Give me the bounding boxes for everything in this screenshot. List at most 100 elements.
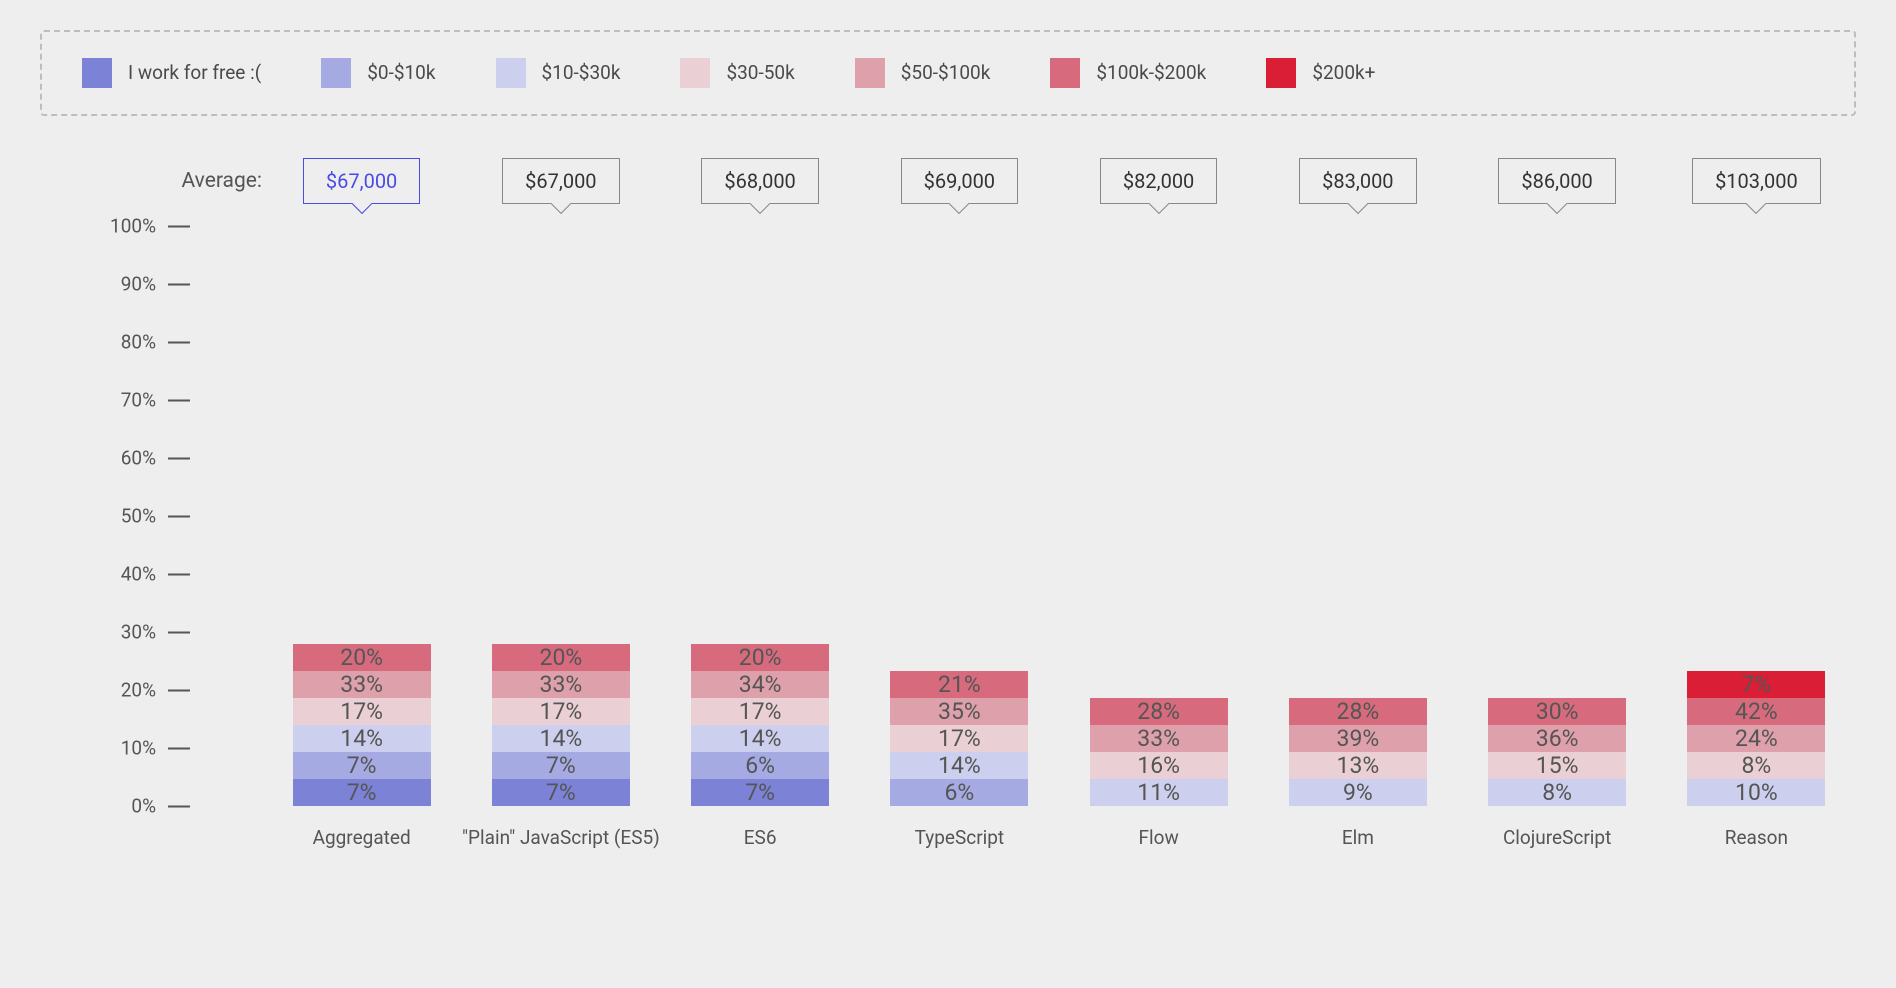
bar-segment: 14% <box>293 725 431 752</box>
y-tick: 40% <box>121 563 190 586</box>
bar-segment-label: 33% <box>1137 725 1180 752</box>
bar-segment: 35% <box>890 698 1028 725</box>
y-tick: 0% <box>131 795 190 818</box>
bar-segment: 21% <box>890 671 1028 698</box>
x-axis-label: Aggregated <box>262 826 461 849</box>
y-tick: 60% <box>121 447 190 470</box>
y-tick-mark <box>168 573 190 575</box>
bar-segment: 17% <box>492 698 630 725</box>
stacked-bar: 8%15%36%30% <box>1488 698 1626 806</box>
legend-item: $200k+ <box>1266 58 1375 88</box>
legend-swatch <box>680 58 710 88</box>
legend-item: $100k-$200k <box>1050 58 1206 88</box>
chart-area: 0%10%20%30%40%50%60%70%80%90%100% 7%7%14… <box>40 226 1856 806</box>
average-tag: $86,000 <box>1498 158 1615 204</box>
legend-item: $50-$100k <box>855 58 991 88</box>
bar-segment-label: 42% <box>1735 698 1778 725</box>
y-tick-label: 80% <box>121 331 156 354</box>
average-tag: $69,000 <box>901 158 1018 204</box>
bar-segment: 15% <box>1488 752 1626 779</box>
bar-segment: 20% <box>492 644 630 671</box>
average-tag: $82,000 <box>1100 158 1217 204</box>
legend-label: $30-50k <box>726 61 794 86</box>
bar-segment: 13% <box>1289 752 1427 779</box>
bar-segment: 8% <box>1488 779 1626 806</box>
legend-label: $100k-$200k <box>1096 61 1206 86</box>
bar-segment: 17% <box>691 698 829 725</box>
bar-segment-label: 17% <box>540 698 583 725</box>
legend: I work for free :($0-$10k$10-$30k$30-50k… <box>40 30 1856 116</box>
y-tick-mark <box>168 341 190 343</box>
bar-segment: 14% <box>691 725 829 752</box>
legend-item: $30-50k <box>680 58 794 88</box>
bar-segment: 14% <box>492 725 630 752</box>
stacked-bar: 9%13%39%28% <box>1289 698 1427 806</box>
average-tag: $67,000 <box>502 158 619 204</box>
legend-swatch <box>82 58 112 88</box>
bar-segment-label: 33% <box>540 671 583 698</box>
average-tag: $67,000 <box>303 158 420 204</box>
x-axis: Aggregated"Plain" JavaScript (ES5)ES6Typ… <box>262 826 1856 849</box>
average-label: Average: <box>112 169 262 193</box>
bar-segment-label: 10% <box>1735 779 1778 806</box>
y-tick: 30% <box>121 621 190 644</box>
y-tick-label: 50% <box>121 505 156 528</box>
bar-segment-label: 36% <box>1536 725 1579 752</box>
bar-segment-label: 20% <box>739 644 782 671</box>
y-tick-label: 100% <box>110 215 156 238</box>
x-axis-label: ClojureScript <box>1458 826 1657 849</box>
stacked-bar: 7%7%14%17%33%20% <box>492 644 630 806</box>
bar-segment-label: 8% <box>1741 752 1771 779</box>
y-tick-label: 10% <box>121 737 156 760</box>
x-axis-label: TypeScript <box>860 826 1059 849</box>
x-axis-label: Reason <box>1657 826 1856 849</box>
bar-segment-label: 7% <box>546 779 576 806</box>
legend-item: $10-$30k <box>496 58 621 88</box>
legend-swatch <box>855 58 885 88</box>
y-tick-mark <box>168 283 190 285</box>
bar-segment: 33% <box>492 671 630 698</box>
average-tag: $83,000 <box>1299 158 1416 204</box>
bar-segment-label: 20% <box>340 644 383 671</box>
legend-swatch <box>496 58 526 88</box>
bar-segment-label: 30% <box>1536 698 1579 725</box>
legend-swatch <box>1050 58 1080 88</box>
bar-segment: 20% <box>691 644 829 671</box>
stacked-bar: 10%8%24%42%7% <box>1687 671 1825 806</box>
y-tick-mark <box>168 631 190 633</box>
bar-segment-label: 7% <box>1741 671 1771 698</box>
bar-segment: 6% <box>890 779 1028 806</box>
y-tick-mark <box>168 399 190 401</box>
y-tick: 70% <box>121 389 190 412</box>
bar-segment: 33% <box>293 671 431 698</box>
bar-segment: 30% <box>1488 698 1626 725</box>
bar-segment-label: 6% <box>944 779 974 806</box>
bar-segment-label: 11% <box>1137 779 1180 806</box>
y-tick-mark <box>168 805 190 807</box>
y-axis: 0%10%20%30%40%50%60%70%80%90%100% <box>40 226 190 806</box>
bar-segment: 7% <box>492 752 630 779</box>
average-tag: $103,000 <box>1692 158 1821 204</box>
bar-segment-label: 15% <box>1536 752 1579 779</box>
bar-segment: 33% <box>1090 725 1228 752</box>
bar-segment-label: 6% <box>745 752 775 779</box>
y-tick: 10% <box>121 737 190 760</box>
bar-segment-label: 7% <box>745 779 775 806</box>
bar-segment: 24% <box>1687 725 1825 752</box>
y-tick-mark <box>168 225 190 227</box>
average-row: Average: $67,000$67,000$68,000$69,000$82… <box>40 158 1856 204</box>
y-tick-mark <box>168 457 190 459</box>
bar-segment-label: 13% <box>1337 752 1380 779</box>
legend-label: I work for free :( <box>128 61 261 86</box>
bar-segment: 9% <box>1289 779 1427 806</box>
bar-segment: 8% <box>1687 752 1825 779</box>
bar-segment-label: 9% <box>1343 779 1373 806</box>
x-axis-label: Elm <box>1258 826 1457 849</box>
bar-segment: 7% <box>691 779 829 806</box>
x-axis-label: Flow <box>1059 826 1258 849</box>
bar-segment-label: 39% <box>1337 725 1380 752</box>
bar-segment: 20% <box>293 644 431 671</box>
bar-segment-label: 17% <box>739 698 782 725</box>
x-axis-label: ES6 <box>661 826 860 849</box>
y-tick: 50% <box>121 505 190 528</box>
